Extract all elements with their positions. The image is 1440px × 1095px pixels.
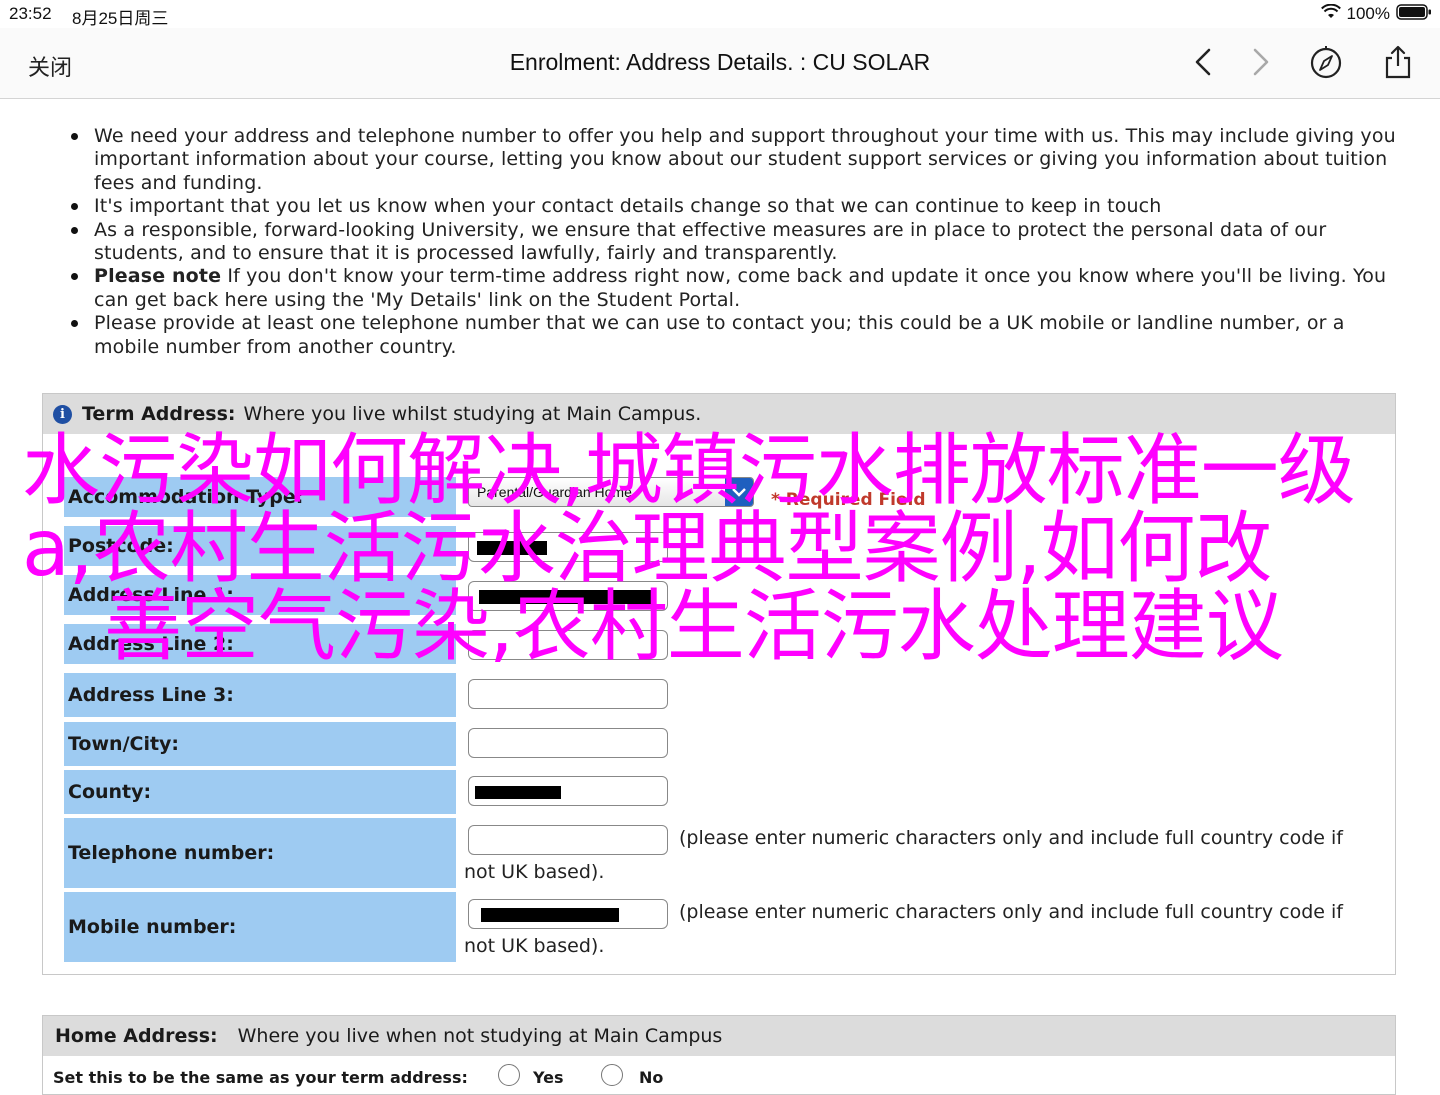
term-address-subtitle: Where you live whilst studying at Main C… <box>243 403 702 425</box>
overlay-line-2: a,农村生活污水治理典型案例,如何改 <box>22 504 1272 594</box>
home-address-title: Home Address: <box>55 1025 218 1047</box>
overlay-text: 水污染如何解决,城镇污水排放标准一级 a,农村生活污水治理典型案例,如何改 善空… <box>22 432 1422 666</box>
info-icon: i <box>53 404 72 424</box>
county-field[interactable] <box>468 776 668 806</box>
telephone-hint: (please enter numeric characters only an… <box>679 827 1343 849</box>
overlay-line-3: 善空气污染,农村生活污水处理建议 <box>104 582 1284 672</box>
bullet-text: It's important that you let us know when… <box>94 195 1162 218</box>
list-item: As a responsible, forward-looking Univer… <box>71 218 1404 266</box>
county-label: County: <box>64 770 456 814</box>
mobile-field[interactable] <box>468 899 668 929</box>
overlay-line-1: 水污染如何解决,城镇污水排放标准一级 <box>22 426 1356 516</box>
back-arrow-icon[interactable] <box>1185 44 1221 80</box>
battery-icon <box>1396 3 1432 25</box>
redacted-value <box>475 786 561 799</box>
same-as-yes-radio[interactable] <box>498 1064 520 1086</box>
telephone-field[interactable] <box>468 825 668 855</box>
page-title: Enrolment: Address Details. : CU SOLAR <box>509 49 931 75</box>
home-address-subtitle: Where you live when not studying at Main… <box>237 1025 723 1047</box>
bullet-text: We need your address and telephone numbe… <box>94 125 1396 194</box>
term-address-title: Term Address: <box>82 403 236 425</box>
address-line-3-label: Address Line 3: <box>64 673 456 717</box>
no-label: No <box>639 1068 664 1087</box>
nav-bar: 关闭 Enrolment: Address Details. : CU SOLA… <box>0 28 1440 99</box>
mobile-hint: (please enter numeric characters only an… <box>679 901 1343 923</box>
share-icon[interactable] <box>1380 44 1416 80</box>
compass-icon[interactable] <box>1308 44 1344 80</box>
bullet-bold: Please note <box>94 265 222 288</box>
list-item: Please note If you don't know your term-… <box>71 265 1404 312</box>
status-date: 8月25日周三 <box>72 9 169 28</box>
bullet-text: As a responsible, forward-looking Univer… <box>94 218 1327 265</box>
list-item: We need your address and telephone numbe… <box>71 125 1404 195</box>
town-city-label: Town/City: <box>64 722 456 766</box>
same-as-term-label: Set this to be the same as your term add… <box>53 1068 468 1087</box>
bullet-text: If you don't know your term-time address… <box>94 265 1387 311</box>
mobile-label: Mobile number: <box>64 892 456 962</box>
status-right: 100% <box>1320 3 1432 25</box>
list-item: It's important that you let us know when… <box>71 195 1404 218</box>
bullet-text: Please provide at least one telephone nu… <box>94 312 1345 358</box>
yes-label: Yes <box>533 1068 564 1087</box>
telephone-hint-cont: not UK based). <box>464 861 605 883</box>
status-time: 23:52 <box>9 4 52 23</box>
redacted-value <box>481 908 619 922</box>
intro-bullet-list: We need your address and telephone numbe… <box>71 125 1404 359</box>
same-as-no-radio[interactable] <box>601 1064 623 1086</box>
wifi-icon <box>1320 3 1341 24</box>
status-bar: 23:52 8月25日周三 100% <box>0 0 1440 28</box>
list-item: Please provide at least one telephone nu… <box>71 312 1404 359</box>
mobile-hint-cont: not UK based). <box>464 935 605 957</box>
forward-arrow-icon[interactable] <box>1243 44 1279 80</box>
home-address-panel: Home Address: Where you live when not st… <box>42 1015 1396 1095</box>
address-line-3-field[interactable] <box>468 679 668 709</box>
telephone-label: Telephone number: <box>64 818 456 888</box>
battery-percent: 100% <box>1346 4 1390 23</box>
town-city-field[interactable] <box>468 728 668 758</box>
home-address-header: Home Address: Where you live when not st… <box>43 1016 1395 1056</box>
